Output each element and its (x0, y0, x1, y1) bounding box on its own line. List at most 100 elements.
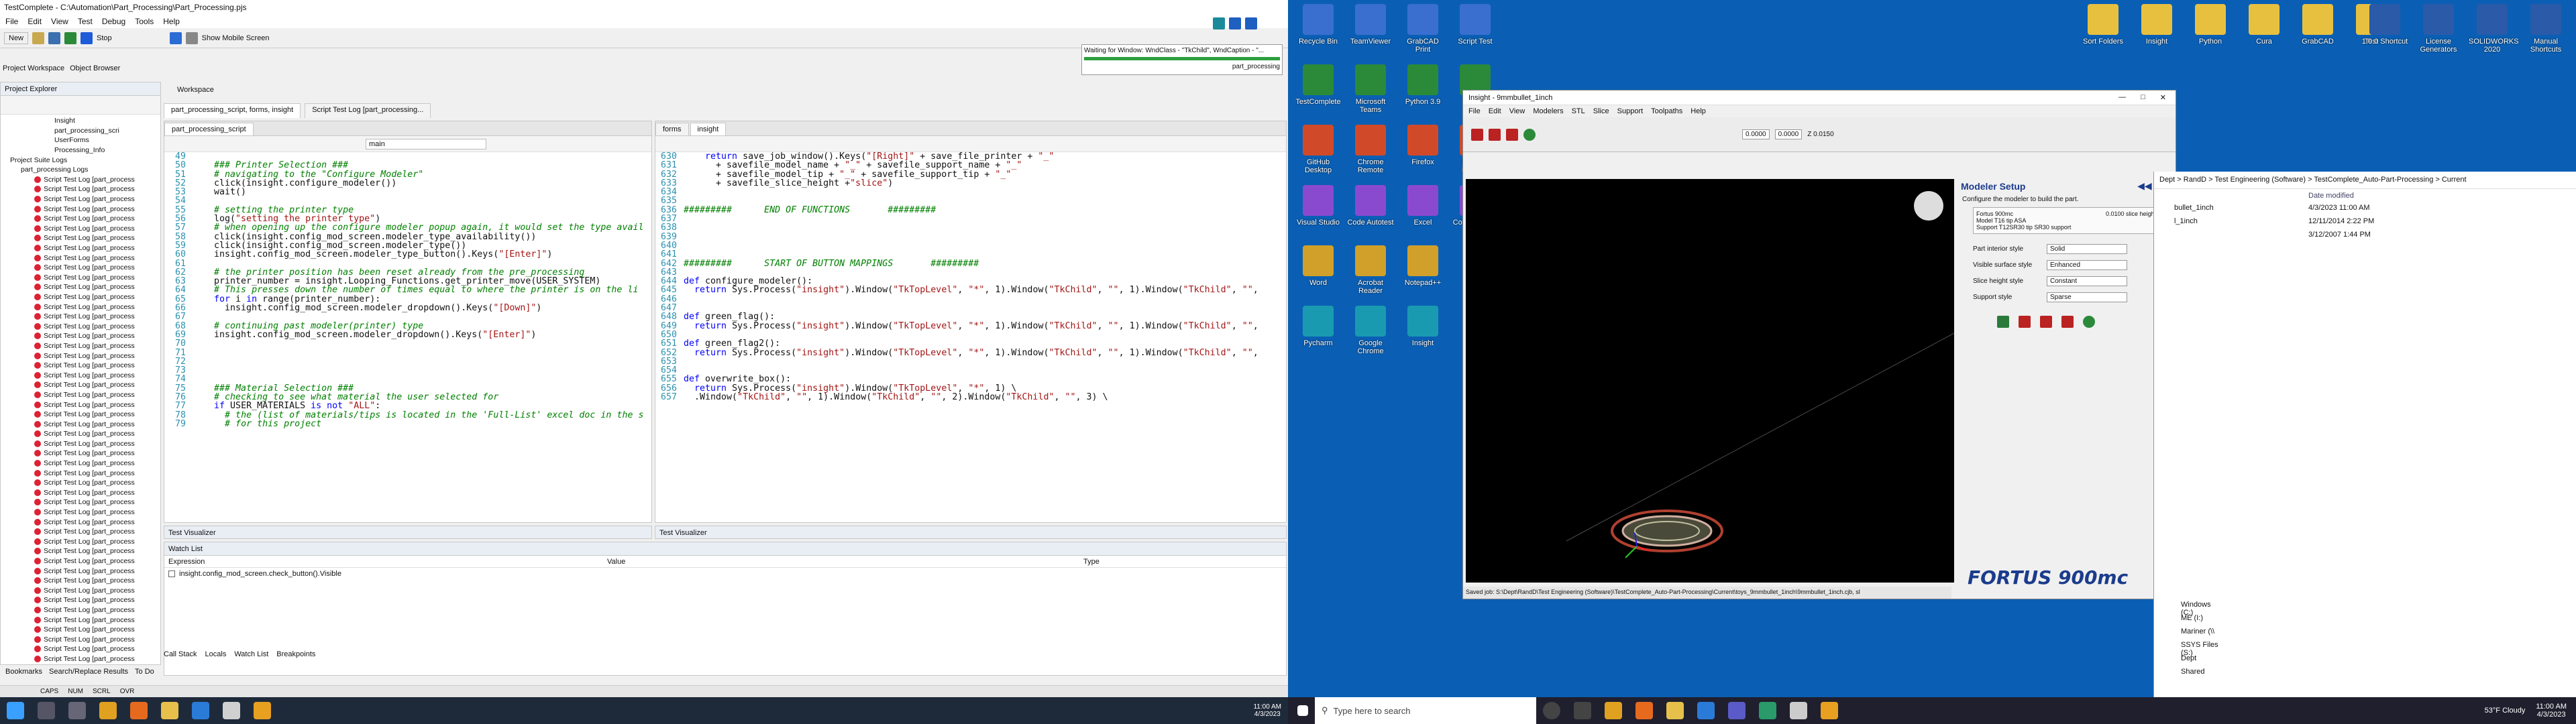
code-line[interactable]: 50 ### Printer Selection ### (167, 161, 651, 170)
tree-item[interactable]: Script Test Log [part_process (1, 419, 160, 429)
insight-icon-r[interactable] (1821, 702, 1838, 719)
insight-menu-stl[interactable]: STL (1572, 107, 1585, 115)
tree-item[interactable]: Script Test Log [part_process (1, 586, 160, 596)
tree-item[interactable]: part_processing_scri (1, 126, 160, 136)
insight-menu-slice[interactable]: Slice (1593, 107, 1609, 115)
taskview-icon-r[interactable] (1574, 702, 1591, 719)
tab-insight[interactable]: insight (690, 123, 727, 135)
menu-test[interactable]: Test (78, 17, 93, 26)
code-line[interactable]: 58 click(insight.config_mod_screen.model… (167, 232, 651, 241)
insight-menu-modelers[interactable]: Modelers (1533, 107, 1563, 115)
save-icon[interactable] (48, 32, 61, 44)
tree-item[interactable]: Script Test Log [part_process (1, 468, 160, 478)
menu-edit[interactable]: Edit (28, 17, 42, 26)
tab-bookmarks[interactable]: Bookmarks (5, 668, 42, 680)
code-line[interactable]: 645 return Sys.Process("insight").Window… (658, 286, 1286, 295)
code-line[interactable]: 55 # setting the printer type (167, 205, 651, 215)
tree-item[interactable]: Script Test Log [part_process (1, 605, 160, 615)
field-dropdown[interactable]: Constant (2047, 276, 2127, 286)
tab-project-workspace[interactable]: Project Workspace (3, 64, 64, 76)
code-line[interactable]: 67 (167, 312, 651, 322)
tree-item[interactable]: Script Test Log [part_process (1, 546, 160, 556)
desktop-icon[interactable]: GrabCAD Print (1399, 4, 1446, 54)
minimize-icon[interactable]: — (2118, 93, 2126, 102)
tree-item[interactable]: Script Test Log [part_process (1, 370, 160, 380)
folder-icon-r[interactable] (1666, 702, 1684, 719)
desktop-icon[interactable]: License Generators (2415, 4, 2462, 54)
tree-item[interactable]: Script Test Log [part_process (1, 243, 160, 253)
code-line[interactable]: 651 def green_flag2(): (658, 339, 1286, 349)
desktop-icon[interactable]: Google Chrome (1347, 306, 1394, 355)
code-line[interactable]: 644 def configure_modeler(): (658, 277, 1286, 286)
desktop-icon[interactable]: GitHub Desktop (1295, 125, 1342, 174)
chrome-icon[interactable] (99, 702, 117, 719)
weather-widget[interactable]: 53°F Cloudy (2485, 707, 2526, 715)
code-line[interactable]: 66 insight.config_mod_screen.modeler_dro… (167, 304, 651, 313)
code-line[interactable]: 638 (658, 223, 1286, 233)
tree-item[interactable]: Processing_Info (1, 145, 160, 156)
tree-item[interactable]: part_processing Logs (1, 165, 160, 175)
slice-action-icon[interactable] (2019, 316, 2031, 328)
chrome-icon-r[interactable] (1605, 702, 1622, 719)
desktop-icon[interactable]: Acrobat Reader (1347, 245, 1394, 295)
clock-left[interactable]: 11:00 AM 4/3/2023 (1253, 703, 1281, 718)
code-line[interactable]: 75 ### Material Selection ### (167, 383, 651, 393)
toolpath-action-icon[interactable] (2061, 316, 2074, 328)
file-row[interactable]: 3/12/2007 1:44 PM (2154, 231, 2576, 244)
stop-button-label[interactable]: Stop (97, 34, 112, 42)
field-dropdown[interactable]: Sparse (2047, 292, 2127, 302)
menu-help[interactable]: Help (163, 17, 180, 26)
desktop-icon[interactable]: GrabCAD (2294, 4, 2341, 46)
code-line[interactable]: 652 return Sys.Process("insight").Window… (658, 348, 1286, 357)
code-line[interactable]: 68 # continuing past modeler(printer) ty… (167, 321, 651, 330)
col-type[interactable]: Type (1083, 558, 1099, 566)
firefox-icon[interactable] (130, 702, 148, 719)
tree-item[interactable]: Script Test Log [part_process (1, 224, 160, 234)
tree-item[interactable]: Script Test Log [part_process (1, 497, 160, 507)
tab-todo[interactable]: To Do (135, 668, 154, 680)
code-line[interactable]: 647 (658, 304, 1286, 313)
desktop-icon[interactable]: Visual Studio (1295, 185, 1342, 227)
code-line[interactable]: 630 return save_job_window().Keys("[Righ… (658, 152, 1286, 162)
menu-tools[interactable]: Tools (135, 17, 154, 26)
field-dropdown[interactable]: Solid (2047, 243, 2127, 254)
code-line[interactable]: 637 (658, 215, 1286, 224)
view-orientation-sphere[interactable] (1914, 191, 1943, 221)
tree-item[interactable]: Script Test Log [part_process (1, 194, 160, 204)
pause-icon[interactable] (169, 32, 182, 44)
tab-part-processing-forms[interactable]: part_processing_script, forms, insight (164, 103, 301, 118)
clock-right[interactable]: 11:00 AM 4/3/2023 (2536, 703, 2567, 719)
task-view-icon[interactable] (68, 702, 86, 719)
tree-item[interactable]: Script Test Log [part_process (1, 361, 160, 371)
code-line[interactable]: 655 def overwrite_box(): (658, 375, 1286, 384)
tree-item[interactable]: Script Test Log [part_process (1, 459, 160, 469)
desktop-icon[interactable]: Pycharm (1295, 306, 1342, 347)
nav-item[interactable]: Shared (2154, 668, 2221, 681)
code-line[interactable]: 69 insight.config_mod_screen.modeler_dro… (167, 330, 651, 340)
tree-item[interactable]: Script Test Log [part_process (1, 527, 160, 537)
tree-item[interactable]: Script Test Log [part_process (1, 478, 160, 488)
desktop-icon[interactable]: Manual Shortcuts (2522, 4, 2569, 54)
tree-item[interactable]: Script Test Log [part_process (1, 341, 160, 351)
tree-item[interactable]: Script Test Log [part_process (1, 400, 160, 410)
desktop-icon[interactable]: Code Autotest (1347, 185, 1394, 227)
run-icon[interactable] (64, 32, 77, 44)
tree-item[interactable]: Script Test Log [part_process (1, 595, 160, 605)
desktop-icon[interactable]: Insight (2133, 4, 2180, 46)
desktop-icon[interactable]: Notepad++ (1399, 245, 1446, 287)
code-line[interactable]: 633 + savefile_slice_height +"slice") (658, 179, 1286, 188)
tree-item[interactable]: Script Test Log [part_process (1, 351, 160, 361)
code-line[interactable]: 646 (658, 294, 1286, 304)
code-line[interactable]: 53 wait() (167, 188, 651, 197)
left-code-area[interactable]: 49 50 ### Printer Selection ### 51 # navig… (164, 152, 651, 429)
insight-menu-toolpaths[interactable]: Toolpaths (1651, 107, 1682, 115)
code-line[interactable]: 79 # for this project (167, 420, 651, 429)
file-row[interactable]: l_1inch 12/11/2014 2:22 PM (2154, 217, 2576, 231)
tree-item[interactable]: Script Test Log [part_process (1, 302, 160, 312)
nav-item[interactable]: Dept (2154, 654, 2221, 668)
code-line[interactable]: 76 # checking to see what material the u… (167, 393, 651, 402)
code-line[interactable]: 632 + savefile_model_tip + "_" + savefil… (658, 170, 1286, 179)
code-line[interactable]: 70 (167, 339, 651, 349)
insight-menu-support[interactable]: Support (1617, 107, 1644, 115)
desktop-icon[interactable]: Excel (1399, 185, 1446, 227)
